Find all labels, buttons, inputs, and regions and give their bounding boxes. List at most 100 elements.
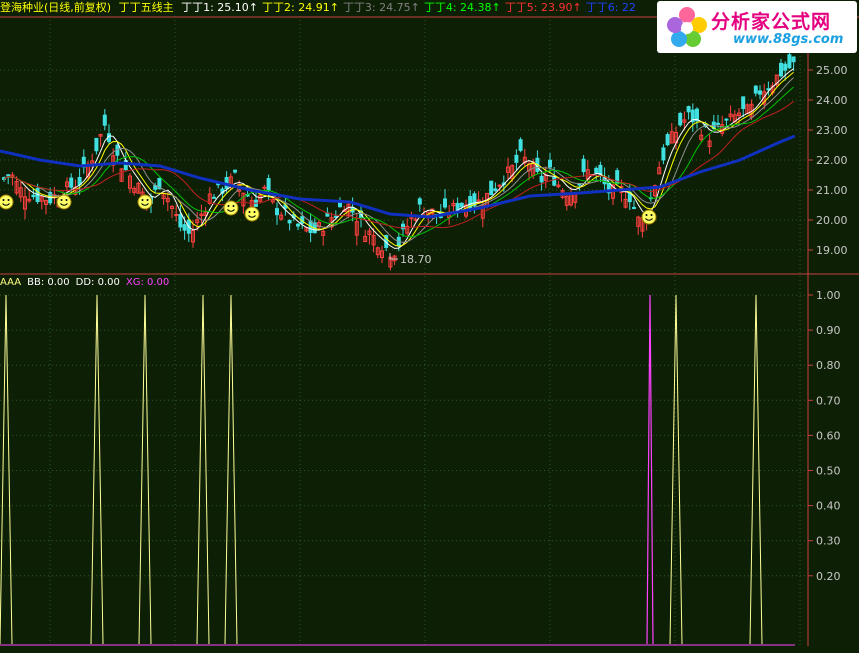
candle-body [296, 223, 300, 227]
candle-body [489, 180, 494, 196]
candle-body [413, 218, 418, 221]
flower-logo-icon [667, 7, 707, 47]
smiley-icon [641, 209, 657, 225]
smiley-eye [141, 199, 144, 201]
indicator-tick-label: 0.40 [816, 500, 841, 513]
stock-title: 登海种业(日线,前复权) [0, 1, 112, 14]
candle-body [716, 122, 720, 125]
candle-body [287, 220, 292, 224]
candle-body [783, 63, 788, 71]
smiley-eye [650, 214, 653, 216]
candle-body [686, 106, 691, 113]
smiley-eye [65, 199, 68, 201]
ma-label-4: 丁丁4: 24.38↑ [423, 1, 501, 14]
smiley-eye [60, 199, 63, 201]
candle-body [178, 213, 183, 228]
indicator-tick-label: 0.20 [816, 570, 841, 583]
smiley-icon [0, 194, 14, 210]
candle-body [182, 224, 187, 231]
candle-body [338, 201, 342, 208]
candle-body [552, 176, 557, 186]
indicator-tick-label: 0.60 [816, 429, 841, 442]
candle-body [102, 114, 107, 126]
ma-label-2: 丁丁2: 24.91↑ [262, 1, 339, 14]
chart-header: 登海种业(日线,前复权) 丁丁五线主 丁丁1: 25.10↑ 丁丁2: 24.91… [0, 0, 644, 16]
candle-body [724, 118, 729, 121]
candle-body [459, 202, 464, 208]
price-tick-label: 23.00 [816, 124, 848, 137]
price-tick-label: 20.00 [816, 214, 848, 227]
indicator-tick-label: 0.50 [816, 465, 841, 478]
candle-body [266, 178, 271, 192]
candle-body [443, 198, 447, 208]
indicator-tick-label: 0.30 [816, 535, 841, 548]
candle-body [212, 196, 216, 199]
candle-body [787, 54, 792, 69]
price-tick-label: 19.00 [816, 244, 848, 257]
smiley-icon [137, 194, 153, 210]
candle-body [514, 154, 519, 163]
smiley-eye [227, 205, 230, 207]
candle-body [518, 139, 523, 151]
indicator-tick-label: 0.90 [816, 324, 841, 337]
smiley-eye [248, 211, 251, 213]
smiley-eye [232, 205, 235, 207]
smiley-eye [2, 199, 5, 201]
candle-body [577, 183, 582, 186]
candle-body [262, 186, 267, 189]
indicator-label-4: XG: 0.00 [125, 277, 170, 288]
smiley-icon [244, 206, 260, 222]
logo-title: 分析家公式网 [711, 11, 832, 33]
ma-label-6: 丁丁6: 22 [585, 1, 636, 14]
logo-url: www.88gs.com [733, 32, 844, 47]
stock-chart-canvas[interactable]: 25.00 24.00 23.00 22.00 21.00 20.00 19.00 1.00 0… [0, 0, 859, 653]
candle-body [493, 188, 498, 192]
candle-body [632, 206, 636, 209]
candle-body [497, 184, 502, 187]
smiley-eye [253, 211, 256, 213]
candle-body [31, 194, 36, 198]
candle-body [417, 198, 422, 205]
smiley-icon [56, 194, 72, 210]
ma-label-5: 丁丁5: 23.90↑ [504, 1, 582, 14]
price-tick-label: 24.00 [816, 94, 848, 107]
indicator-label-2: BB: 0.00 [27, 277, 70, 288]
price-tick-label: 25.00 [816, 64, 848, 77]
candle-body [661, 147, 666, 161]
price-tick-label: 21.00 [816, 184, 848, 197]
smiley-eye [146, 199, 149, 201]
candle-body [665, 134, 670, 146]
indicator-tick-label: 1.00 [816, 289, 841, 302]
chart-background [0, 0, 859, 653]
candle-body [678, 113, 683, 126]
low-price-label: 18.70 [400, 253, 432, 266]
candle-body [779, 62, 783, 77]
candle-body [791, 56, 796, 63]
candle-body [741, 96, 746, 109]
candle-body [174, 213, 179, 216]
indicator-label-1: AAA [0, 277, 22, 288]
indicator-header: AAA BB: 0.00 DD: 0.00 XG: 0.00 [0, 276, 175, 290]
candle-body [6, 174, 11, 177]
ma-label-3: 丁丁3: 24.75↑ [342, 1, 420, 14]
candle-body [69, 177, 74, 188]
candle-body [94, 137, 99, 152]
candle-body [275, 208, 279, 216]
candle-body [594, 167, 599, 174]
site-logo: 分析家公式网 www.88gs.com [657, 1, 857, 53]
candle-body [539, 175, 544, 183]
ma-label-1: 丁丁1: 25.10↑ [181, 1, 259, 14]
candle-body [233, 169, 237, 173]
indicator-tick-label: 0.70 [816, 394, 841, 407]
candle-body [548, 159, 552, 168]
candle-body [753, 85, 758, 94]
price-tick-label: 22.00 [816, 154, 848, 167]
smiley-icon [223, 200, 239, 216]
indicator-tick-label: 0.80 [816, 359, 841, 372]
smiley-eye [645, 214, 648, 216]
indicator-name: 丁丁五线主 [118, 1, 174, 14]
indicator-label-3: DD: 0.00 [75, 277, 120, 288]
smiley-eye [7, 199, 10, 201]
candle-body [468, 196, 473, 210]
candle-body [758, 90, 762, 95]
